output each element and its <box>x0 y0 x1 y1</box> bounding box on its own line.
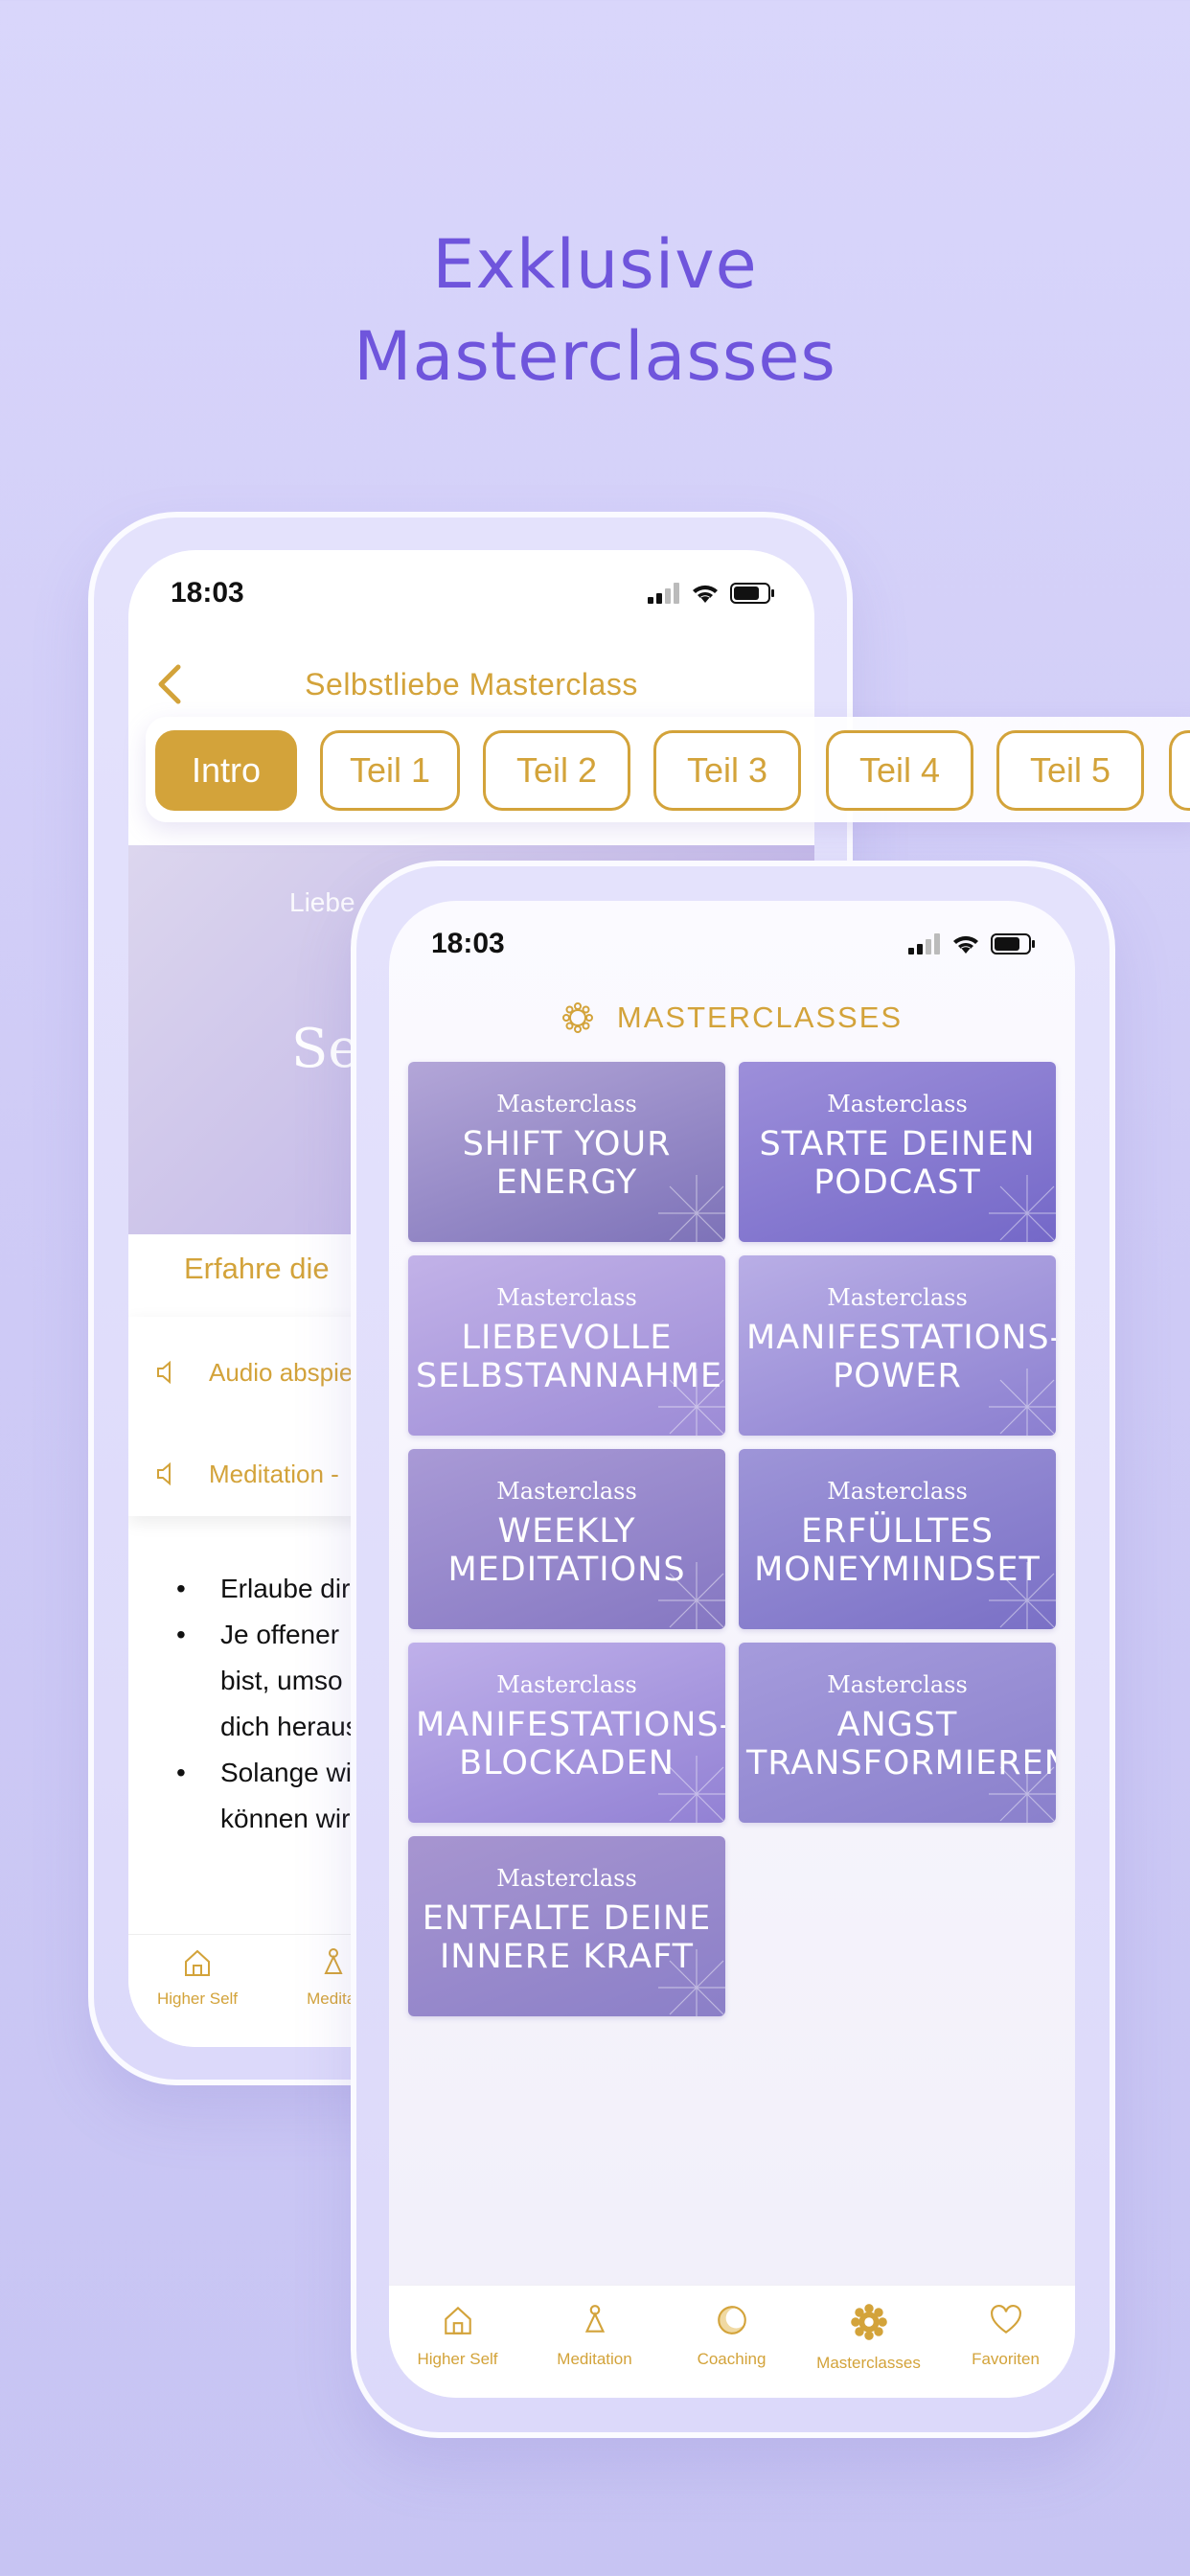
audio-item-label: Audio abspie <box>209 1357 354 1387</box>
audio-item-label: Meditation - <box>209 1459 339 1488</box>
tab-label: Meditation <box>557 2350 632 2368</box>
bullet-line: Solange wir <box>220 1758 361 1787</box>
tab-label: Coaching <box>697 2350 767 2368</box>
status-icons <box>648 582 776 605</box>
front-header: MASTERCLASSES <box>389 989 1075 1046</box>
signal-icon <box>908 933 940 954</box>
card-kicker: Masterclass <box>827 1284 968 1311</box>
back-arrow-icon[interactable] <box>151 661 190 707</box>
masterclass-card[interactable]: Masterclass WEEKLY MEDITATIONS <box>408 1449 725 1629</box>
tab-label: Higher Self <box>417 2350 498 2368</box>
chip-teil-1[interactable]: Teil 1 <box>320 730 460 811</box>
tab-higher-self[interactable]: Higher Self <box>130 1946 264 2009</box>
front-tab-bar: Higher Self Meditation Coaching Mastercl… <box>389 2285 1075 2398</box>
front-phone-screen: 18:03 MASTERCLASSES Masterclass SHIFT YOU… <box>389 901 1075 2398</box>
masterclass-card[interactable]: Masterclass ENTFALTE DEINE INNERE KRAFT <box>408 1836 725 2016</box>
card-kicker: Masterclass <box>496 1478 637 1505</box>
bullet-line: Erlaube dir, <box>220 1574 356 1603</box>
tab-label: Masterclasses <box>816 2354 921 2372</box>
battery-icon <box>730 583 774 604</box>
flower-icon <box>850 2304 887 2340</box>
bullet-line: dich heraus <box>220 1712 359 1741</box>
tab-meditation[interactable]: Meditation <box>526 2303 663 2369</box>
experience-heading: Erfahre die <box>184 1252 330 1285</box>
card-title: LIEBEVOLLE SELBSTANNAHME <box>416 1319 722 1395</box>
card-kicker: Masterclass <box>496 1284 637 1311</box>
flower-icon <box>561 1002 593 1033</box>
masterclass-card[interactable]: Masterclass ANGST TRANSFORMIEREN <box>739 1643 1056 1823</box>
speaker-icon <box>157 1361 171 1384</box>
card-title: MANIFESTATIONS-BLOCKADEN <box>416 1706 725 1782</box>
headline-line-2: Masterclasses <box>354 317 836 396</box>
card-kicker: Masterclass <box>827 1671 968 1698</box>
promo-headline: Exklusive Masterclasses <box>0 218 1190 402</box>
tab-favoriten[interactable]: Favoriten <box>937 2303 1074 2369</box>
card-kicker: Masterclass <box>827 1091 968 1117</box>
chip-teil-2[interactable]: Teil 2 <box>483 730 630 811</box>
tab-label: Favoriten <box>972 2350 1040 2368</box>
meditation-icon <box>584 2305 605 2333</box>
card-kicker: Masterclass <box>496 1091 637 1117</box>
card-title: ERFÜLLTES MONEYMINDSET <box>754 1512 1041 1589</box>
nav-title: Selbstliebe Masterclass <box>305 666 638 702</box>
status-time: 18:03 <box>171 577 244 609</box>
speaker-icon <box>157 1462 171 1485</box>
chip-teil-5[interactable]: Teil 5 <box>996 730 1144 811</box>
moon-icon <box>717 2306 746 2334</box>
status-bar: 18:03 <box>128 550 814 636</box>
wifi-icon <box>693 585 718 603</box>
chip-teil-4[interactable]: Teil 4 <box>826 730 973 811</box>
masterclass-card[interactable]: Masterclass MANIFESTATIONS-BLOCKADEN <box>408 1643 725 1823</box>
back-nav-bar: Selbstliebe Masterclass <box>128 646 814 723</box>
masterclass-card[interactable]: Masterclass STARTE DEINEN PODCAST <box>739 1062 1056 1242</box>
status-time: 18:03 <box>431 928 505 959</box>
wifi-icon <box>953 935 978 954</box>
tab-higher-self[interactable]: Higher Self <box>389 2303 526 2369</box>
tab-label: Higher Self <box>156 1990 239 2008</box>
bullet-line: Je offener <box>220 1620 340 1649</box>
card-kicker: Masterclass <box>496 1671 637 1698</box>
meditation-icon <box>324 1948 343 1974</box>
card-title: ENTFALTE DEINE INNERE KRAFT <box>422 1899 712 1976</box>
card-title: STARTE DEINEN PODCAST <box>759 1125 1036 1202</box>
bullet-line: bist, umso <box>220 1666 343 1695</box>
card-kicker: Masterclass <box>496 1865 637 1892</box>
chip-intro[interactable]: Intro <box>155 730 297 811</box>
battery-icon <box>991 933 1035 954</box>
home-icon <box>444 2306 471 2334</box>
masterclass-card[interactable]: Masterclass MANIFESTATIONS-POWER <box>739 1255 1056 1436</box>
masterclass-card[interactable]: Masterclass SHIFT YOUR ENERGY <box>408 1062 725 1242</box>
meditation-item[interactable]: Meditation - <box>155 1445 339 1503</box>
masterclass-card[interactable]: Masterclass LIEBEVOLLE SELBSTANNAHME <box>408 1255 725 1436</box>
tab-masterclasses[interactable]: Masterclasses <box>800 2303 937 2373</box>
headline-line-1: Exklusive <box>432 225 758 304</box>
home-icon <box>185 1949 210 1976</box>
part-selector: Intro Teil 1 Teil 2 Teil 3 Teil 4 Teil 5 <box>146 717 1190 822</box>
card-title: WEEKLY MEDITATIONS <box>447 1512 686 1589</box>
chip-teil-3[interactable]: Teil 3 <box>653 730 801 811</box>
signal-icon <box>648 583 679 604</box>
heart-icon <box>990 2305 1021 2334</box>
masterclass-card[interactable]: Masterclass ERFÜLLTES MONEYMINDSET <box>739 1449 1056 1629</box>
card-title: MANIFESTATIONS-POWER <box>746 1319 1056 1395</box>
card-title: ANGST TRANSFORMIEREN <box>746 1706 1056 1782</box>
status-icons <box>908 932 1037 955</box>
card-title: SHIFT YOUR ENERGY <box>462 1125 672 1202</box>
card-kicker: Masterclass <box>827 1478 968 1505</box>
chip-next-partial[interactable] <box>1169 730 1190 811</box>
tab-coaching[interactable]: Coaching <box>663 2303 800 2369</box>
audio-play-item[interactable]: Audio abspie <box>155 1344 353 1401</box>
page-title: MASTERCLASSES <box>616 1000 904 1034</box>
hero-subtitle: Liebe <box>289 887 355 917</box>
bullet-line: können wir n <box>220 1804 373 1833</box>
status-bar: 18:03 <box>389 901 1075 987</box>
